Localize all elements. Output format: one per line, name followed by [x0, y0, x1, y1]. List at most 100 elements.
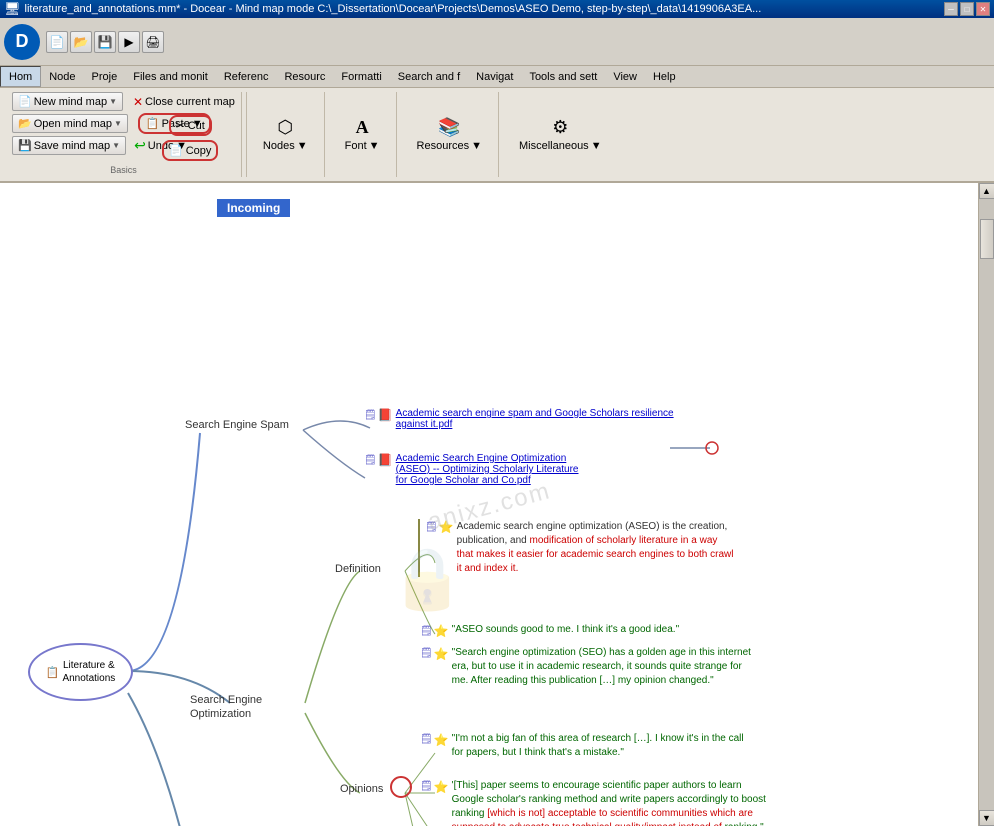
- close-current-map-button[interactable]: Close current map: [145, 96, 235, 108]
- q2-doc-icon: 🗒: [420, 647, 433, 661]
- open-mind-map-button[interactable]: 📂 Open mind map ▼: [12, 114, 128, 133]
- menu-navigat[interactable]: Navigat: [468, 66, 521, 87]
- quickbtn-print[interactable]: 🖨: [142, 31, 164, 53]
- cut-button[interactable]: Cut: [188, 120, 205, 132]
- misc-label: Miscellaneous: [519, 140, 589, 152]
- quickbtn-new[interactable]: 📄: [46, 31, 68, 53]
- file2-label: Academic Search Engine Optimization (ASE…: [396, 453, 579, 486]
- menu-resourc[interactable]: Resourc: [276, 66, 333, 87]
- q4-doc-icon: 🗒: [420, 780, 433, 794]
- file2-content: 🗒 📕 Academic Search Engine Optimization …: [362, 451, 581, 488]
- basics-label: Basics: [110, 163, 137, 175]
- watermark-lock: 🔒: [390, 543, 465, 614]
- copy-circled: 📄 Copy: [162, 140, 218, 161]
- nodes-dropdown[interactable]: ▼: [297, 140, 308, 152]
- canvas[interactable]: Incoming 📋 Literature &Annotations Searc…: [0, 183, 978, 826]
- minimize-button[interactable]: ─: [944, 2, 958, 16]
- menu-files[interactable]: Files and monit: [125, 66, 216, 87]
- undo-icon: ↩: [134, 137, 146, 154]
- scroll-down-arrow[interactable]: ▼: [979, 810, 994, 826]
- copy-button[interactable]: Copy: [186, 145, 212, 157]
- quote4-content: 🗒 ⭐ '[This] paper seems to encourage sci…: [418, 778, 773, 826]
- ribbon-content: 📄 New mind map ▼ ✕ Close current map 📂 O…: [0, 88, 994, 181]
- quote1-box[interactable]: 🗒 ⭐ "ASEO sounds good to me. I think it'…: [418, 623, 681, 639]
- menu-hom[interactable]: Hom: [0, 66, 41, 87]
- quote3-content: 🗒 ⭐ "I'm not a big fan of this area of r…: [418, 731, 753, 761]
- copy-icon: 📄: [169, 144, 183, 157]
- branch-seo: Search EngineOptimization: [190, 693, 262, 722]
- file2-box[interactable]: 🗒 📕 Academic Search Engine Optimization …: [362, 451, 581, 488]
- maximize-button[interactable]: □: [960, 2, 974, 16]
- scroll-track: [979, 199, 994, 810]
- file2-doc-icon: 🗒: [364, 455, 377, 466]
- nodes-icon: ⬡: [277, 117, 293, 138]
- resources-icon: 📚: [438, 117, 460, 138]
- def-text: Academic search engine optimization (ASE…: [457, 520, 736, 576]
- def-text-content: 🗒 ⭐ Academic search engine optimization …: [423, 519, 738, 577]
- def-icons: 🗒 ⭐: [425, 520, 454, 534]
- appbar: D 📄 📂 💾 ▶ 🖨: [0, 18, 994, 66]
- central-node[interactable]: 📋 Literature &Annotations: [28, 643, 133, 701]
- quickbtn-save[interactable]: 💾: [94, 31, 116, 53]
- save-dropdown-arrow: ▼: [112, 141, 120, 150]
- resources-label: Resources: [417, 140, 470, 152]
- menu-referenc[interactable]: Referenc: [216, 66, 277, 87]
- file1-box[interactable]: 🗒 📕 Academic search engine spam and Goog…: [362, 406, 677, 432]
- branch-seo-label: Search EngineOptimization: [190, 694, 262, 720]
- save-mind-map-button[interactable]: 💾 Save mind map ▼: [12, 136, 126, 155]
- def-text-box[interactable]: 🗒 ⭐ Academic search engine optimization …: [418, 519, 738, 577]
- q1-doc-icon: 🗒: [420, 626, 433, 637]
- resources-dropdown[interactable]: ▼: [471, 140, 482, 152]
- def-star-icon: ⭐: [439, 520, 454, 534]
- ribbon-resources-section: 📚 Resources ▼: [401, 92, 499, 177]
- central-node-label: Literature &Annotations: [62, 659, 115, 685]
- quote4-box[interactable]: 🗒 ⭐ '[This] paper seems to encourage sci…: [418, 778, 773, 826]
- incoming-label: Incoming: [217, 199, 290, 217]
- file1-icons: 🗒 📕: [364, 408, 393, 422]
- ribbon-misc-section: ⚙ Miscellaneous ▼: [503, 92, 618, 177]
- q2-icons: 🗒 ⭐: [420, 646, 449, 663]
- titlebar: 🖥 literature_and_annotations.mm* - Docea…: [0, 0, 994, 18]
- connections-svg: [0, 183, 978, 826]
- resources-label-group: Resources ▼: [417, 140, 482, 152]
- q2-star-icon: ⭐: [434, 646, 449, 663]
- menu-search[interactable]: Search and f: [390, 66, 468, 87]
- misc-icon: ⚙: [552, 117, 568, 138]
- scrollbar-right: ▲ ▼: [978, 183, 994, 826]
- ribbon-row-cut-copy: ✂ Cut 📄 Copy: [162, 115, 218, 161]
- new-mind-map-button[interactable]: 📄 New mind map ▼: [12, 92, 123, 111]
- quote2-text: "Search engine optimization (SEO) has a …: [452, 646, 751, 688]
- scroll-up-arrow[interactable]: ▲: [979, 183, 994, 199]
- menu-tools[interactable]: Tools and sett: [521, 66, 605, 87]
- opinions-circle: [390, 776, 412, 798]
- misc-dropdown[interactable]: ▼: [591, 140, 602, 152]
- quote2-box[interactable]: 🗒 ⭐ "Search engine optimization (SEO) ha…: [418, 645, 753, 689]
- menu-help[interactable]: Help: [645, 66, 684, 87]
- q1-icons: 🗒 ⭐: [420, 624, 449, 638]
- font-dropdown[interactable]: ▼: [369, 140, 380, 152]
- menu-view[interactable]: View: [605, 66, 645, 87]
- menu-node[interactable]: Node: [41, 66, 83, 87]
- quote3-text: "I'm not a big fan of this area of resea…: [452, 732, 751, 760]
- quote2-content: 🗒 ⭐ "Search engine optimization (SEO) ha…: [418, 645, 753, 689]
- quick-buttons: 📄 📂 💾 ▶ 🖨: [46, 31, 164, 53]
- window-title: literature_and_annotations.mm* - Docear …: [25, 3, 944, 15]
- main-area: Incoming 📋 Literature &Annotations Searc…: [0, 183, 994, 826]
- new-mindmap-dropdown-arrow: ▼: [109, 97, 117, 106]
- file1-doc-icon: 🗒: [364, 410, 377, 421]
- cut-icon: ✂: [176, 119, 185, 132]
- file1-pdf-icon: 📕: [378, 408, 393, 422]
- file2-icons: 🗒 📕: [364, 453, 393, 467]
- quickbtn-run[interactable]: ▶: [118, 31, 140, 53]
- ribbon-row-1: 📄 New mind map ▼ ✕ Close current map: [12, 92, 235, 111]
- paste-icon: 📋: [146, 117, 160, 130]
- quote3-box[interactable]: 🗒 ⭐ "I'm not a big fan of this area of r…: [418, 731, 753, 761]
- menu-proje[interactable]: Proje: [84, 66, 126, 87]
- quickbtn-open[interactable]: 📂: [70, 31, 92, 53]
- close-button[interactable]: ✕: [976, 2, 990, 16]
- font-label-group: Font ▼: [345, 140, 380, 152]
- scroll-thumb[interactable]: [980, 219, 994, 259]
- branch-search-engine-spam: Search Engine Spam: [185, 419, 289, 431]
- menu-formatti[interactable]: Formatti: [333, 66, 389, 87]
- q4-icons: 🗒 ⭐: [420, 779, 449, 796]
